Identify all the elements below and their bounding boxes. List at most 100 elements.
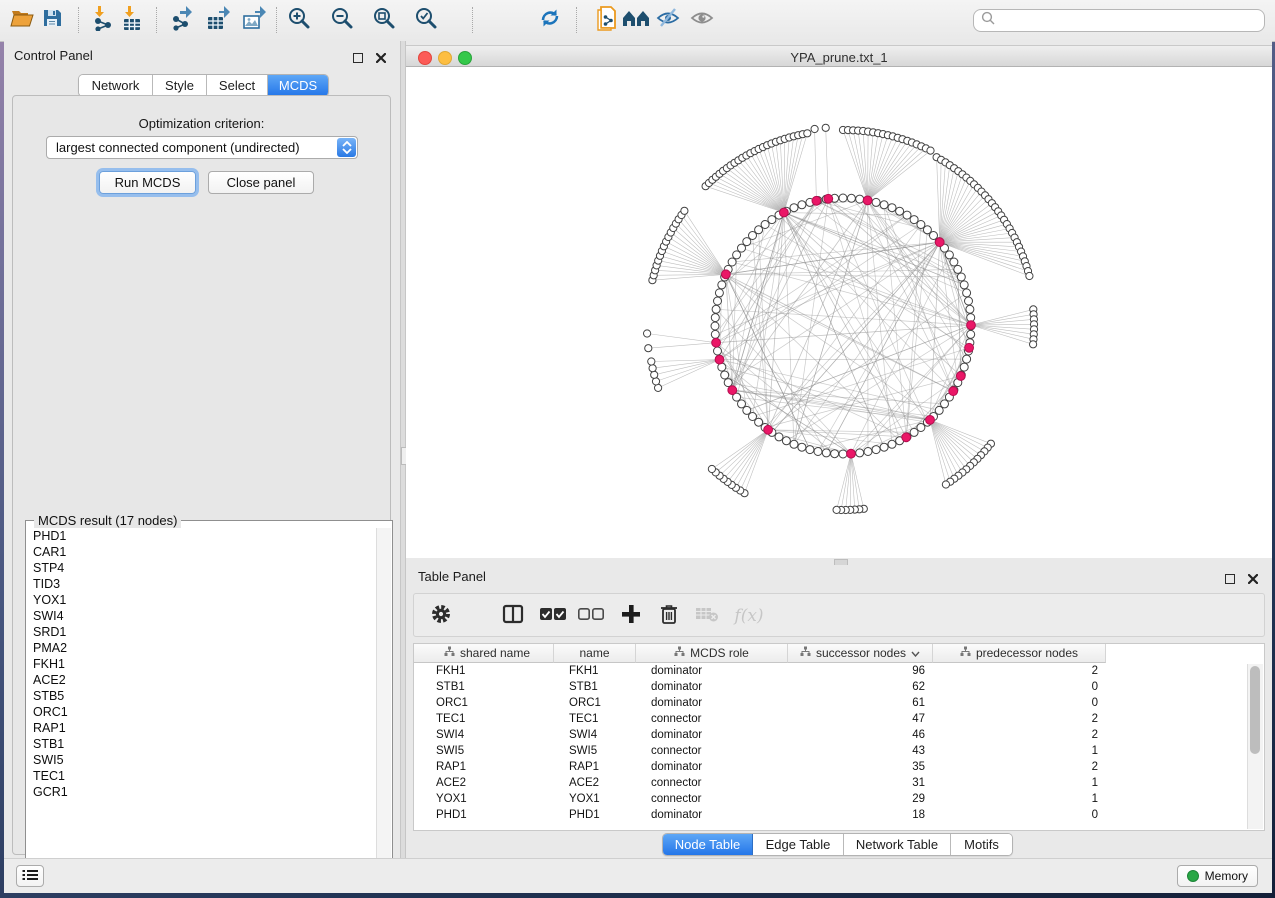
network-manager-button[interactable] (620, 5, 652, 35)
table-cell: 0 (933, 697, 1106, 709)
table-row[interactable]: RAP1RAP1dominator352 (414, 759, 1248, 775)
delete-column-button[interactable] (656, 604, 682, 628)
close-panel-button[interactable]: Close panel (208, 171, 314, 194)
hide-graphics-details-button[interactable] (652, 5, 684, 35)
tab-edge-table[interactable]: Edge Table (753, 834, 844, 855)
mcds-result-item[interactable]: RAP1 (27, 720, 377, 736)
tab-motifs[interactable]: Motifs (951, 834, 1012, 855)
mcds-result-item[interactable]: STP4 (27, 560, 377, 576)
export-image-button[interactable] (238, 5, 270, 35)
table-row[interactable]: YOX1YOX1connector291 (414, 791, 1248, 807)
save-floppy-icon (40, 6, 64, 35)
select-all-button[interactable] (540, 604, 566, 628)
column-label: MCDS role (690, 646, 749, 660)
optimization-criterion-select[interactable]: largest connected component (undirected) (46, 136, 358, 159)
export-network-icon (169, 5, 195, 36)
mcds-result-item[interactable]: PHD1 (27, 528, 377, 544)
mcds-result-item[interactable]: FKH1 (27, 656, 377, 672)
column-header-shared-name[interactable]: shared name (421, 644, 554, 663)
table-row[interactable]: ACE2ACE2connector311 (414, 775, 1248, 791)
zoom-fit-button[interactable] (368, 5, 400, 35)
tab-node-table[interactable]: Node Table (663, 834, 753, 855)
column-header-name[interactable]: name (554, 644, 636, 663)
mcds-result-item[interactable]: YOX1 (27, 592, 377, 608)
float-panel-icon[interactable] (1225, 571, 1235, 589)
table-row[interactable]: STB1STB1dominator620 (414, 679, 1248, 695)
deselect-all-button[interactable] (578, 604, 604, 628)
float-panel-icon[interactable] (353, 50, 363, 68)
table-row[interactable]: TEC1TEC1connector472 (414, 711, 1248, 727)
table-scrollbar[interactable] (1247, 664, 1263, 829)
table-scrollbar-thumb[interactable] (1250, 666, 1260, 754)
mcds-result-item[interactable]: GCR1 (27, 784, 377, 800)
mcds-result-item[interactable]: ORC1 (27, 704, 377, 720)
column-label: name (579, 646, 609, 660)
open-file-button[interactable] (6, 5, 38, 35)
share-document-icon (593, 5, 619, 36)
mcds-result-item[interactable]: STB5 (27, 688, 377, 704)
mcds-result-list[interactable]: PHD1CAR1STP4TID3YOX1SWI4SRD1PMA2FKH1ACE2… (27, 528, 377, 891)
mcds-result-item[interactable]: PMA2 (27, 640, 377, 656)
horizontal-splitter[interactable] (406, 558, 1272, 565)
tab-style[interactable]: Style (153, 75, 207, 96)
table-row[interactable]: SWI5SWI5connector431 (414, 743, 1248, 759)
table-row[interactable]: PHD1PHD1dominator180 (414, 807, 1248, 823)
table-settings-button[interactable] (428, 604, 454, 628)
table-cell: dominator (636, 761, 788, 773)
mcds-result-item[interactable]: SWI4 (27, 608, 377, 624)
mcds-result-item[interactable]: SRD1 (27, 624, 377, 640)
export-table-button[interactable] (202, 5, 234, 35)
column-header-successor-nodes[interactable]: successor nodes (788, 644, 933, 663)
refresh-view-button[interactable] (534, 5, 566, 35)
share-document-button[interactable] (590, 5, 622, 35)
column-header-MCDS-role[interactable]: MCDS role (636, 644, 788, 663)
show-graphics-details-button[interactable] (686, 5, 718, 35)
table-row[interactable]: SWI4SWI4dominator462 (414, 727, 1248, 743)
open-folder-icon (9, 6, 35, 35)
mcds-result-item[interactable]: SWI5 (27, 752, 377, 768)
import-network-icon (91, 5, 117, 36)
tab-select[interactable]: Select (207, 75, 268, 96)
zoom-in-button[interactable] (283, 5, 315, 35)
tab-mcds[interactable]: MCDS (268, 75, 328, 96)
zoom-selected-button[interactable] (410, 5, 442, 35)
close-panel-icon[interactable] (376, 50, 386, 68)
export-network-button[interactable] (166, 5, 198, 35)
import-table-button[interactable] (116, 5, 148, 35)
toolbar-separator (472, 7, 473, 33)
show-panel-menu-button[interactable] (16, 865, 44, 887)
network-canvas[interactable] (406, 67, 1272, 558)
mcds-result-item[interactable]: ACE2 (27, 672, 377, 688)
network-window-titlebar[interactable]: YPA_prune.txt_1 (406, 45, 1272, 67)
close-panel-icon[interactable] (1248, 571, 1258, 589)
split-panel-button[interactable] (500, 604, 526, 628)
search-box[interactable] (973, 9, 1265, 32)
gear-icon (430, 603, 452, 630)
column-header-predecessor-nodes[interactable]: predecessor nodes (933, 644, 1106, 663)
mcds-result-item[interactable]: TID3 (27, 576, 377, 592)
table-cell: 46 (788, 729, 933, 741)
table-row[interactable]: FKH1FKH1dominator962 (414, 663, 1248, 679)
checked-checkboxes-icon (540, 607, 566, 626)
search-input[interactable] (1000, 13, 1264, 29)
toolbar-separator (576, 7, 577, 33)
zoom-fit-icon (371, 5, 397, 36)
memory-button[interactable]: Memory (1177, 865, 1258, 887)
table-cell: ORC1 (554, 697, 636, 709)
tab-network[interactable]: Network (79, 75, 153, 96)
network-graph[interactable] (406, 67, 1272, 558)
mcds-result-item[interactable]: STB1 (27, 736, 377, 752)
zoom-out-button[interactable] (326, 5, 358, 35)
add-column-button[interactable] (618, 604, 644, 628)
column-type-icon (444, 646, 455, 660)
mcds-result-item[interactable]: CAR1 (27, 544, 377, 560)
trash-icon (659, 603, 679, 630)
tab-network-table[interactable]: Network Table (844, 834, 951, 855)
table-row[interactable]: ORC1ORC1dominator610 (414, 695, 1248, 711)
list-menu-icon (22, 869, 38, 884)
table-cell: TEC1 (421, 713, 554, 725)
save-session-button[interactable] (36, 5, 68, 35)
run-mcds-button[interactable]: Run MCDS (99, 171, 196, 194)
mcds-list-scrollbar[interactable] (376, 528, 391, 891)
mcds-result-item[interactable]: TEC1 (27, 768, 377, 784)
